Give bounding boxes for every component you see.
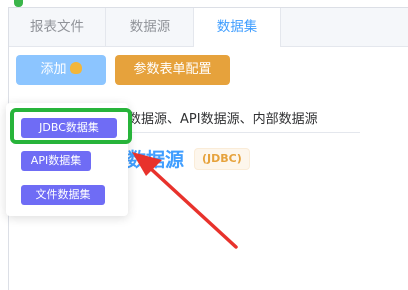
annotation-arrow-icon bbox=[132, 152, 238, 249]
